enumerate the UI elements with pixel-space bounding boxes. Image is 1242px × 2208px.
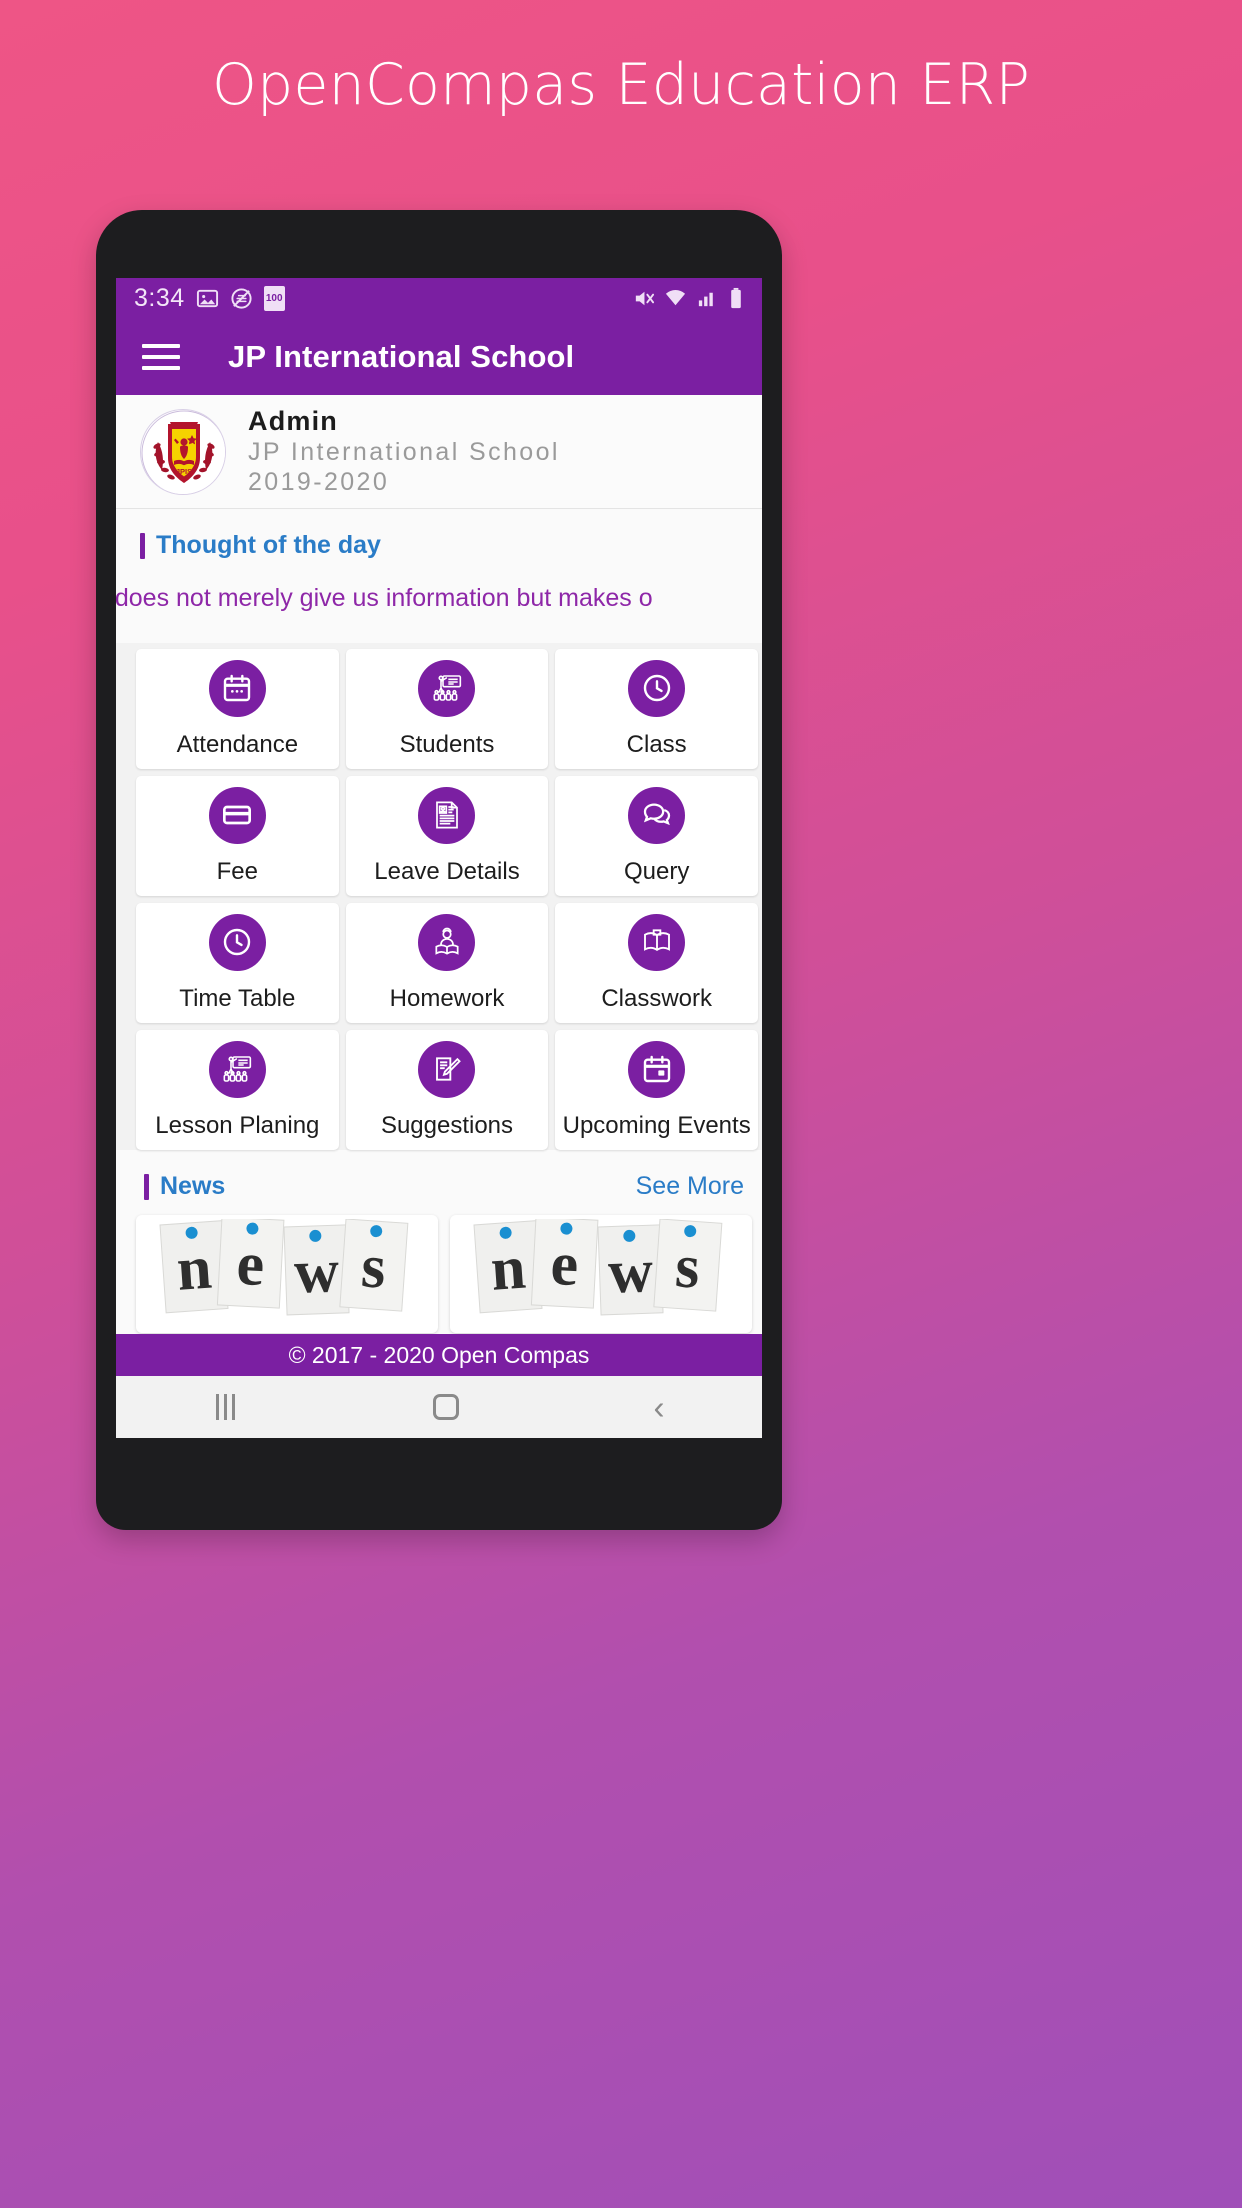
news-card[interactable]: n e w s xyxy=(136,1215,438,1333)
mute-icon xyxy=(632,287,655,310)
back-icon[interactable]: ‹ xyxy=(654,1391,665,1424)
menu-tile-leave-details[interactable]: Leave Details xyxy=(345,776,549,896)
chat-bubbles-icon xyxy=(628,786,686,844)
app-bar: JP International School xyxy=(116,318,762,395)
profile-session: 2019-2020 xyxy=(248,468,390,496)
svg-text:w: w xyxy=(293,1237,340,1307)
menu-tile-label: Upcoming Events xyxy=(562,1111,751,1139)
recents-icon[interactable] xyxy=(214,1394,238,1420)
calendar-icon xyxy=(208,659,266,717)
news-heading-row: News See More xyxy=(116,1172,762,1201)
status-bar-right xyxy=(632,287,744,310)
menu-tile-label: Class xyxy=(626,730,687,758)
menu-tile-label: Leave Details xyxy=(374,857,520,885)
document-profile-icon xyxy=(418,786,476,844)
home-icon[interactable] xyxy=(432,1394,459,1420)
svg-text:s: s xyxy=(673,1232,702,1302)
svg-text:e: e xyxy=(549,1230,580,1299)
menu-tile-fee[interactable]: Fee xyxy=(136,776,339,896)
menu-tile-label: Query xyxy=(623,857,690,885)
menu-tile-class[interactable]: Class xyxy=(555,649,758,769)
profile-name: Admin xyxy=(248,405,338,436)
clock-icon xyxy=(628,659,686,717)
svg-text:w: w xyxy=(607,1237,654,1307)
menu-tile-label: Students xyxy=(399,730,495,758)
menu-tile-students[interactable]: Students xyxy=(345,649,549,769)
battery-icon xyxy=(728,287,744,310)
phone-screen: 3:34 100 JP International School JPIS Ad… xyxy=(116,278,762,1438)
menu-grid: Attendance Students Class Fee Leave Deta… xyxy=(116,643,762,1150)
thought-quote: which does not merely give us informatio… xyxy=(116,584,653,612)
phone-mockup: 3:34 100 JP International School JPIS Ad… xyxy=(96,210,782,1530)
school-logo: JPIS xyxy=(140,408,226,495)
menu-tile-time-table[interactable]: Time Table xyxy=(136,903,339,1023)
menu-tile-label: Lesson Planing xyxy=(155,1111,320,1139)
news-card[interactable]: n e w s xyxy=(450,1215,752,1333)
news-image: n e w s xyxy=(142,1219,432,1329)
news-heading-group: News xyxy=(140,1172,225,1201)
clock-icon xyxy=(208,913,266,971)
classroom-icon xyxy=(418,659,476,717)
image-icon xyxy=(196,287,219,310)
status-time: 3:34 xyxy=(134,283,185,312)
credit-card-icon xyxy=(208,786,266,844)
accent-bar xyxy=(144,1173,149,1200)
menu-tile-lesson-planing[interactable]: Lesson Planing xyxy=(136,1030,339,1150)
menu-tile-label: Suggestions xyxy=(380,1111,514,1139)
menu-tile-label: Classwork xyxy=(601,984,712,1012)
menu-tile-label: Time Table xyxy=(179,984,296,1012)
screenshot-icon xyxy=(230,287,253,310)
news-section: News See More n e w s n e w s xyxy=(116,1150,762,1333)
svg-text:n: n xyxy=(489,1234,528,1304)
wifi-icon xyxy=(664,287,687,310)
accent-bar xyxy=(140,532,145,559)
open-book-icon xyxy=(628,913,686,971)
svg-text:JPIS: JPIS xyxy=(176,467,192,476)
svg-text:e: e xyxy=(235,1230,266,1299)
news-image: n e w s xyxy=(456,1219,746,1329)
student-reading-icon xyxy=(418,913,476,971)
profile-school: JP International School xyxy=(248,437,560,466)
promo-title: OpenCompas Education ERP xyxy=(211,52,1031,118)
footer-copyright: © 2017 - 2020 Open Compas xyxy=(116,1334,762,1376)
news-card-row: n e w s n e w s xyxy=(116,1201,762,1333)
thought-of-the-day-section: Thought of the day which does not merely… xyxy=(116,509,762,643)
thought-heading: Thought of the day xyxy=(156,531,381,559)
status-bar-left: 3:34 100 xyxy=(134,284,285,313)
see-more-link[interactable]: See More xyxy=(636,1172,744,1201)
svg-text:s: s xyxy=(359,1232,388,1302)
menu-tile-query[interactable]: Query xyxy=(555,776,758,896)
menu-tile-label: Attendance xyxy=(176,730,299,758)
menu-tile-upcoming-events[interactable]: Upcoming Events xyxy=(555,1030,758,1150)
status-bar: 3:34 100 xyxy=(116,278,762,318)
menu-tile-label: Homework xyxy=(389,984,505,1012)
classroom-icon xyxy=(208,1040,266,1098)
profile-text: Admin JP International School 2019-2020 xyxy=(248,406,560,498)
signal-icon xyxy=(696,287,719,310)
svg-text:n: n xyxy=(175,1234,214,1304)
menu-tile-homework[interactable]: Homework xyxy=(345,903,549,1023)
app-bar-title: JP International School xyxy=(228,338,575,374)
news-heading: News xyxy=(160,1172,226,1200)
menu-tile-label: Fee xyxy=(216,857,258,885)
profile-header[interactable]: JPIS Admin JP International School 2019-… xyxy=(116,395,762,509)
hamburger-icon[interactable] xyxy=(142,337,180,377)
menu-tile-attendance[interactable]: Attendance xyxy=(136,649,339,769)
menu-tile-classwork[interactable]: Classwork xyxy=(555,903,758,1023)
edit-document-icon xyxy=(418,1040,476,1098)
thought-heading-row: Thought of the day xyxy=(116,531,762,560)
android-nav-bar: ‹ xyxy=(116,1376,762,1438)
calendar-event-icon xyxy=(628,1040,686,1098)
battery-clipboard-icon: 100 xyxy=(263,285,285,311)
menu-tile-suggestions[interactable]: Suggestions xyxy=(345,1030,549,1150)
